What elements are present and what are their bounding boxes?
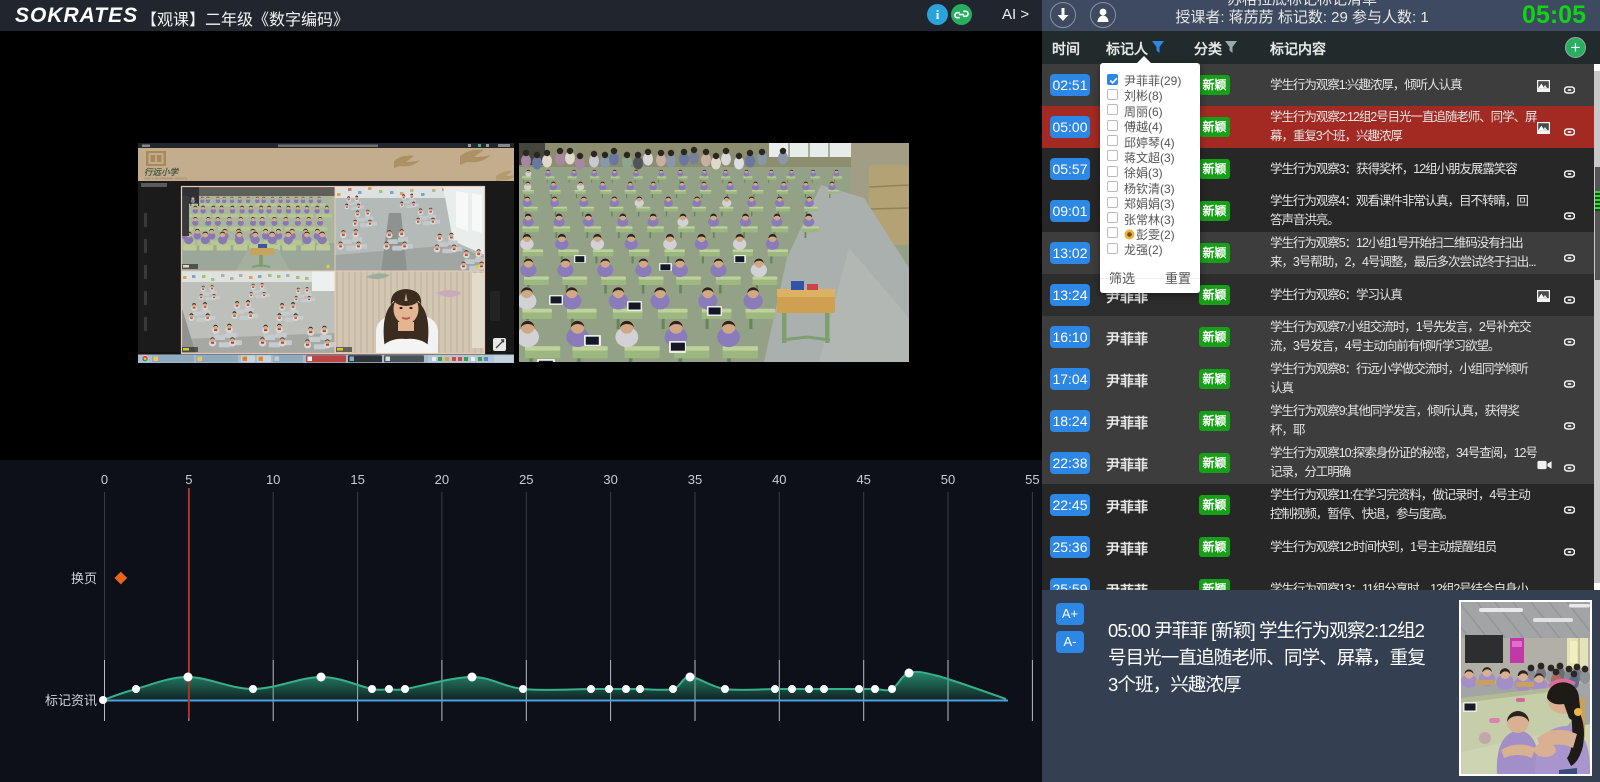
svg-text:35: 35 xyxy=(688,472,702,487)
svg-text:10: 10 xyxy=(266,472,280,487)
svg-text:行远小学: 行远小学 xyxy=(144,167,180,177)
svg-text:XINGYUAN PRIMARY SCHOOL: XINGYUAN PRIMARY SCHOOL xyxy=(144,177,188,181)
svg-text:50: 50 xyxy=(941,472,955,487)
svg-text:20: 20 xyxy=(435,472,449,487)
svg-text:30: 30 xyxy=(603,472,617,487)
svg-text:5: 5 xyxy=(185,472,192,487)
svg-text:换页: 换页 xyxy=(71,571,97,586)
svg-text:45: 45 xyxy=(856,472,870,487)
svg-text:标记资讯: 标记资讯 xyxy=(45,693,97,708)
svg-text:40: 40 xyxy=(772,472,786,487)
svg-text:25: 25 xyxy=(519,472,533,487)
svg-text:15: 15 xyxy=(350,472,364,487)
svg-text:0: 0 xyxy=(101,472,108,487)
svg-text:55: 55 xyxy=(1025,472,1039,487)
